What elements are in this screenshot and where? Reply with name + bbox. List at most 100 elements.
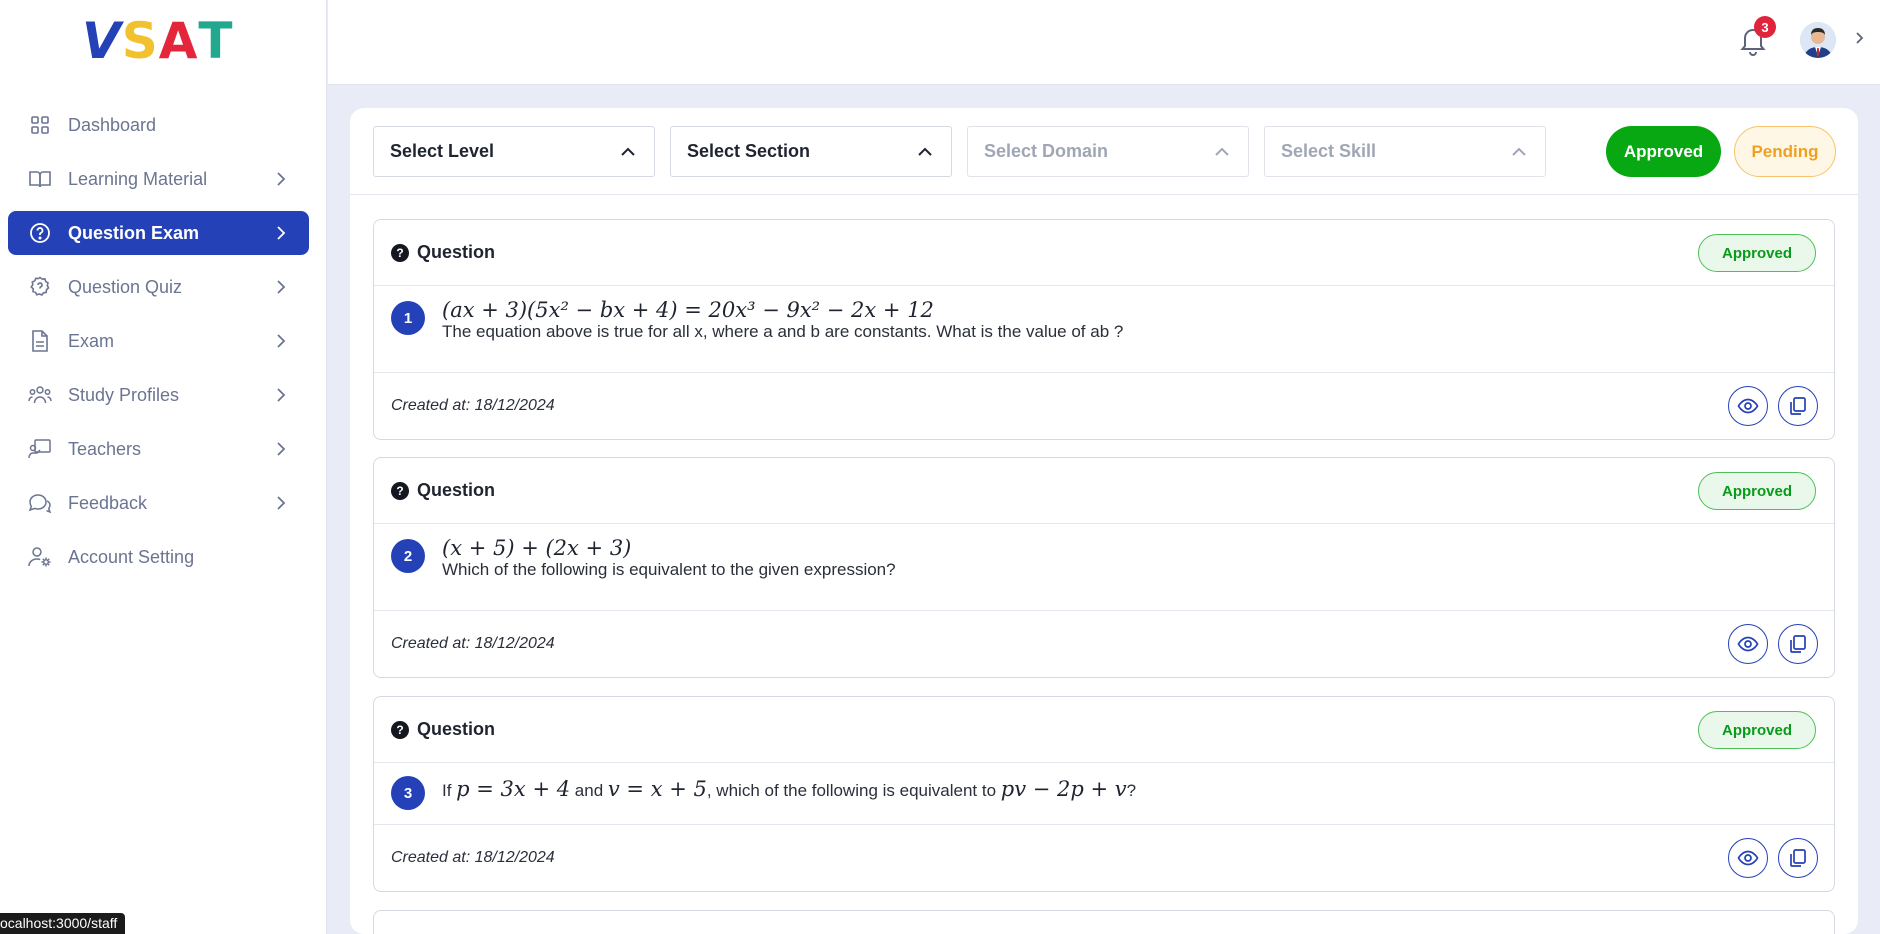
question-text-part: If — [442, 781, 457, 800]
question-card: ? Question Approved 1 (ax + 3)(5x² − bx … — [373, 219, 1835, 440]
question-heading: Question — [417, 719, 496, 739]
question-card: ? Question Approved 3 If p = 3x + 4 and … — [373, 696, 1835, 892]
question-card — [373, 910, 1835, 934]
question-card-header: ? Question Approved — [374, 220, 1834, 286]
view-button[interactable] — [1728, 838, 1768, 878]
select-domain[interactable]: Select Domain — [967, 126, 1249, 177]
sidebar-item-feedback[interactable]: Feedback — [8, 481, 309, 525]
question-number: 1 — [391, 301, 425, 335]
question-heading: Question — [417, 242, 496, 262]
notification-badge: 3 — [1754, 16, 1776, 38]
question-equation: pv − 2p + v — [1000, 777, 1127, 801]
vsat-logo[interactable]: V S A T — [82, 16, 234, 66]
select-domain-label: Select Domain — [984, 141, 1109, 161]
copy-button[interactable] — [1778, 386, 1818, 426]
copy-button[interactable] — [1778, 838, 1818, 878]
question-number: 2 — [391, 539, 425, 573]
select-section[interactable]: Select Section — [670, 126, 952, 177]
copy-icon — [1790, 397, 1806, 415]
copy-button[interactable] — [1778, 624, 1818, 664]
question-footer: Created at: 18/12/2024 — [374, 373, 1834, 439]
question-card-header: ? Question Approved — [374, 697, 1834, 763]
select-skill[interactable]: Select Skill — [1264, 126, 1546, 177]
question-heading: Question — [417, 480, 496, 500]
logo-letter-t: T — [198, 12, 234, 70]
chevron-up-icon — [1215, 147, 1229, 156]
sidebar-item-dashboard[interactable]: Dashboard — [8, 103, 309, 147]
question-equation: (ax + 3)(5x² − bx + 4) = 20x³ − 9x² − 2x… — [442, 298, 934, 322]
question-footer: Created at: 18/12/2024 — [374, 825, 1834, 891]
question-panel: Select Level Select Section Select Domai… — [350, 108, 1858, 934]
chevron-right-icon — [277, 388, 286, 402]
users-icon — [28, 383, 52, 407]
sidebar-item-label: Question Quiz — [68, 276, 183, 297]
question-number: 3 — [391, 776, 425, 810]
avatar[interactable] — [1800, 22, 1836, 58]
teacher-icon — [28, 437, 52, 461]
chevron-right-icon[interactable] — [1852, 30, 1868, 46]
chevron-up-icon — [621, 147, 635, 156]
logo-letter-a: A — [158, 12, 199, 70]
question-text-part: and — [570, 781, 608, 800]
top-header: 3 — [328, 0, 1880, 85]
eye-icon — [1737, 850, 1759, 866]
sidebar-item-question-exam[interactable]: Question Exam — [8, 211, 309, 255]
sidebar-item-question-quiz[interactable]: Question Quiz — [8, 265, 309, 309]
question-text: If p = 3x + 4 and v = x + 5, which of th… — [442, 763, 1834, 801]
chevron-right-icon — [277, 334, 286, 348]
user-gear-icon — [28, 545, 52, 569]
created-date: Created at: 18/12/2024 — [391, 849, 555, 866]
question-card-header: ? Question Approved — [374, 458, 1834, 524]
status-badge: Approved — [1698, 711, 1816, 749]
sidebar-item-exam[interactable]: Exam — [8, 319, 309, 363]
question-body: 1 (ax + 3)(5x² − bx + 4) = 20x³ − 9x² − … — [374, 286, 1834, 373]
grid-icon — [28, 113, 52, 137]
chevron-right-icon — [277, 172, 286, 186]
approved-filter-button[interactable]: Approved — [1606, 126, 1721, 177]
sidebar-item-teachers[interactable]: Teachers — [8, 427, 309, 471]
question-body: 2 (x + 5) + (2x + 3) Which of the follow… — [374, 524, 1834, 611]
sidebar-item-label: Study Profiles — [68, 384, 180, 405]
logo-letter-v: V — [82, 12, 122, 70]
pending-filter-button[interactable]: Pending — [1734, 126, 1836, 177]
question-footer: Created at: 18/12/2024 — [374, 611, 1834, 677]
created-date: Created at: 18/12/2024 — [391, 635, 555, 652]
status-bar-url: ocalhost:3000/staff — [0, 913, 126, 934]
sidebar-item-learning-material[interactable]: Learning Material — [8, 157, 309, 201]
eye-icon — [1737, 398, 1759, 414]
chevron-right-icon — [277, 442, 286, 456]
sidebar-item-label: Feedback — [68, 492, 148, 513]
sidebar: V S A T Dashboard Learning Material Ques… — [0, 0, 327, 934]
logo-letter-s: S — [121, 12, 159, 70]
question-text-part: , which of the following is equivalent t… — [706, 781, 1001, 800]
question-mark-icon: ? — [391, 243, 409, 262]
select-skill-label: Select Skill — [1281, 141, 1377, 161]
question-mark-icon: ? — [391, 720, 409, 739]
chevron-right-icon — [277, 496, 286, 510]
sidebar-item-study-profiles[interactable]: Study Profiles — [8, 373, 309, 417]
sidebar-item-label: Exam — [68, 330, 115, 351]
question-circle-icon — [28, 221, 52, 245]
question-text-part: ? — [1126, 781, 1137, 800]
question-equation: p = 3x + 4 — [456, 777, 571, 801]
created-date: Created at: 18/12/2024 — [391, 397, 555, 414]
question-body: 3 If p = 3x + 4 and v = x + 5, which of … — [374, 763, 1834, 825]
view-button[interactable] — [1728, 386, 1768, 426]
quiz-icon — [28, 275, 52, 299]
eye-icon — [1737, 636, 1759, 652]
filter-bar: Select Level Select Section Select Domai… — [350, 108, 1858, 195]
chevron-up-icon — [918, 147, 932, 156]
sidebar-item-label: Question Exam — [68, 222, 200, 243]
question-text: Which of the following is equivalent to … — [442, 560, 896, 579]
select-level[interactable]: Select Level — [373, 126, 655, 177]
question-card: ? Question Approved 2 (x + 5) + (2x + 3)… — [373, 457, 1835, 678]
book-icon — [28, 167, 52, 191]
sidebar-item-label: Account Setting — [68, 546, 195, 567]
status-badge: Approved — [1698, 472, 1816, 510]
sidebar-item-account-setting[interactable]: Account Setting — [8, 535, 309, 579]
view-button[interactable] — [1728, 624, 1768, 664]
sidebar-nav: Dashboard Learning Material Question Exa… — [8, 103, 309, 589]
copy-icon — [1790, 849, 1806, 867]
select-level-label: Select Level — [390, 141, 495, 161]
question-equation: (x + 5) + (2x + 3) — [442, 536, 632, 560]
